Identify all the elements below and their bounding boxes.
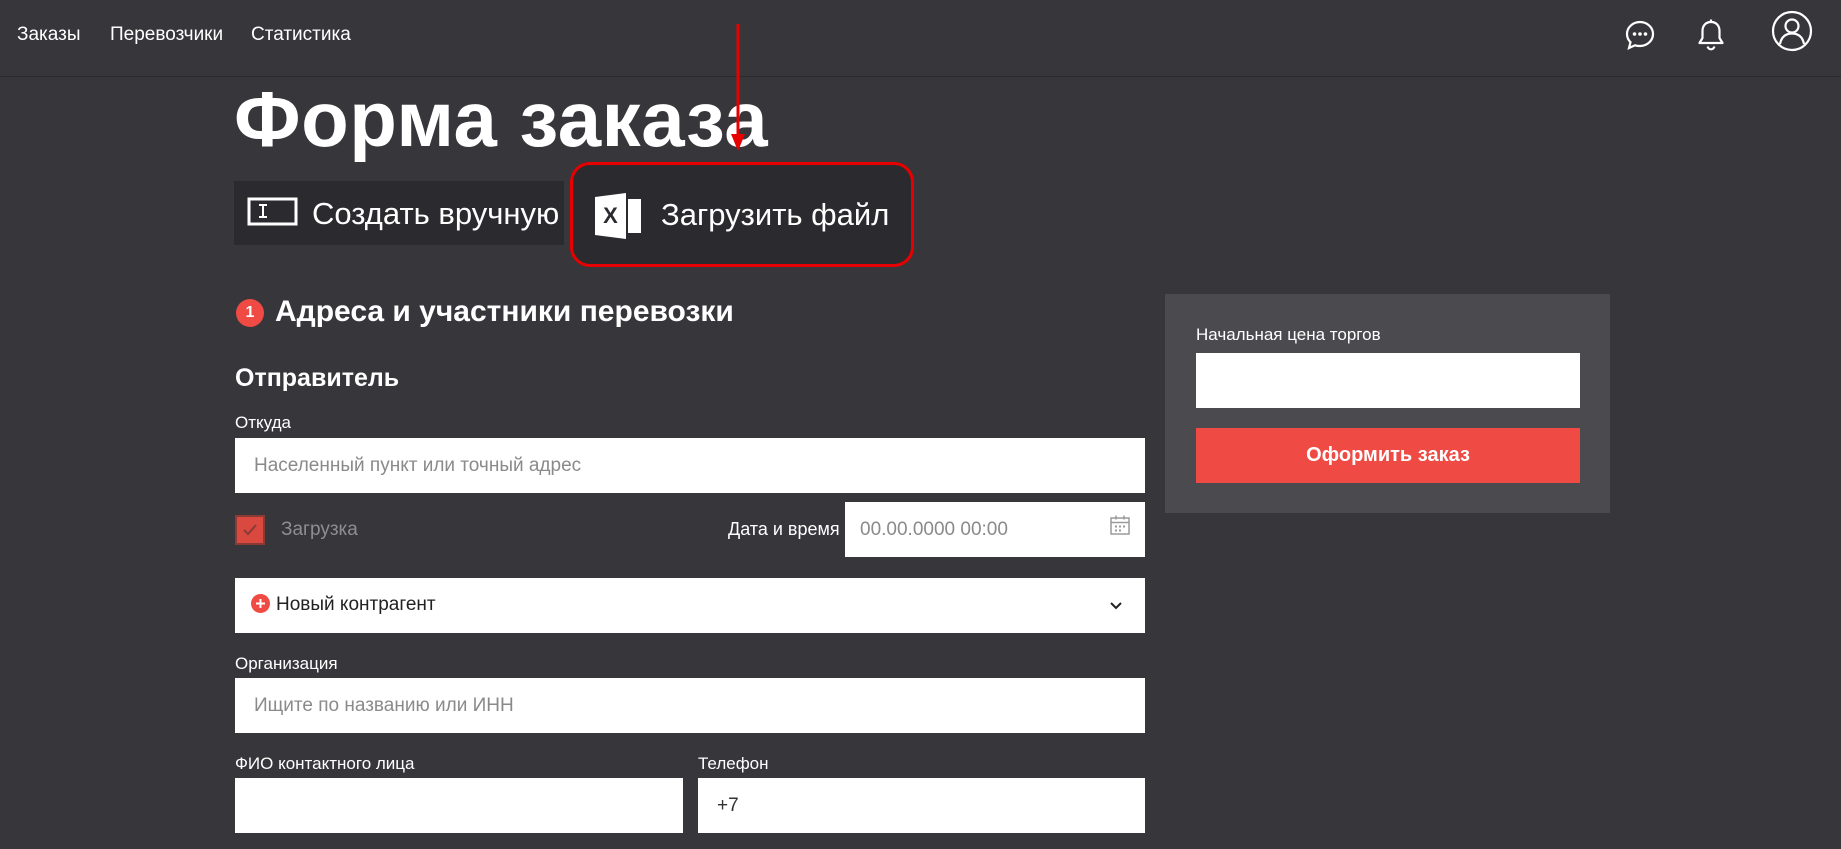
datetime-input[interactable] (845, 502, 1145, 557)
datetime-label: Дата и время (728, 519, 840, 539)
page-title: Форма заказа (234, 75, 769, 163)
create-manually-button[interactable]: Создать вручную (234, 181, 564, 245)
excel-icon: X (595, 193, 645, 244)
place-order-button[interactable]: Оформить заказ (1196, 428, 1580, 483)
upload-file-label: Загрузить файл (661, 197, 890, 232)
plus-icon (251, 594, 270, 613)
create-manually-label: Создать вручную (312, 196, 560, 231)
chevron-down-icon (1109, 598, 1123, 616)
sender-title: Отправитель (235, 364, 400, 392)
annotation-arrow (729, 24, 747, 157)
bell-icon[interactable] (1695, 18, 1727, 57)
top-nav-bar: Заказы Перевозчики Статистика (0, 0, 1841, 77)
phone-label: Телефон (698, 754, 769, 773)
nav-item-orders[interactable]: Заказы (17, 24, 81, 46)
svg-text:X: X (603, 203, 618, 228)
calendar-icon[interactable] (1109, 514, 1131, 541)
nav-item-carriers[interactable]: Перевозчики (110, 24, 223, 46)
user-icon[interactable] (1771, 10, 1813, 57)
check-icon (243, 524, 257, 536)
step-number-badge: 1 (236, 299, 264, 327)
text-field-icon (247, 195, 299, 234)
section-title-addresses: Адреса и участники перевозки (275, 295, 734, 328)
chat-icon[interactable] (1624, 19, 1656, 56)
phone-input[interactable] (698, 778, 1145, 833)
contact-name-label: ФИО контактного лица (235, 754, 415, 773)
from-label: Откуда (235, 413, 291, 432)
from-address-input[interactable] (235, 438, 1145, 493)
nav-item-statistics[interactable]: Статистика (251, 24, 351, 46)
loading-checkbox[interactable] (235, 515, 265, 545)
initial-price-input[interactable] (1196, 353, 1580, 408)
initial-price-label: Начальная цена торгов (1196, 325, 1381, 344)
upload-file-button[interactable]: X Загрузить файл (570, 162, 914, 267)
organization-label: Организация (235, 654, 338, 673)
loading-label: Загрузка (281, 519, 358, 540)
price-panel: Начальная цена торгов Оформить заказ (1165, 294, 1610, 513)
contact-name-input[interactable] (235, 778, 683, 833)
organization-search-input[interactable] (235, 678, 1145, 733)
counterparty-label: Новый контрагент (276, 594, 436, 615)
counterparty-select[interactable]: Новый контрагент (235, 578, 1145, 633)
